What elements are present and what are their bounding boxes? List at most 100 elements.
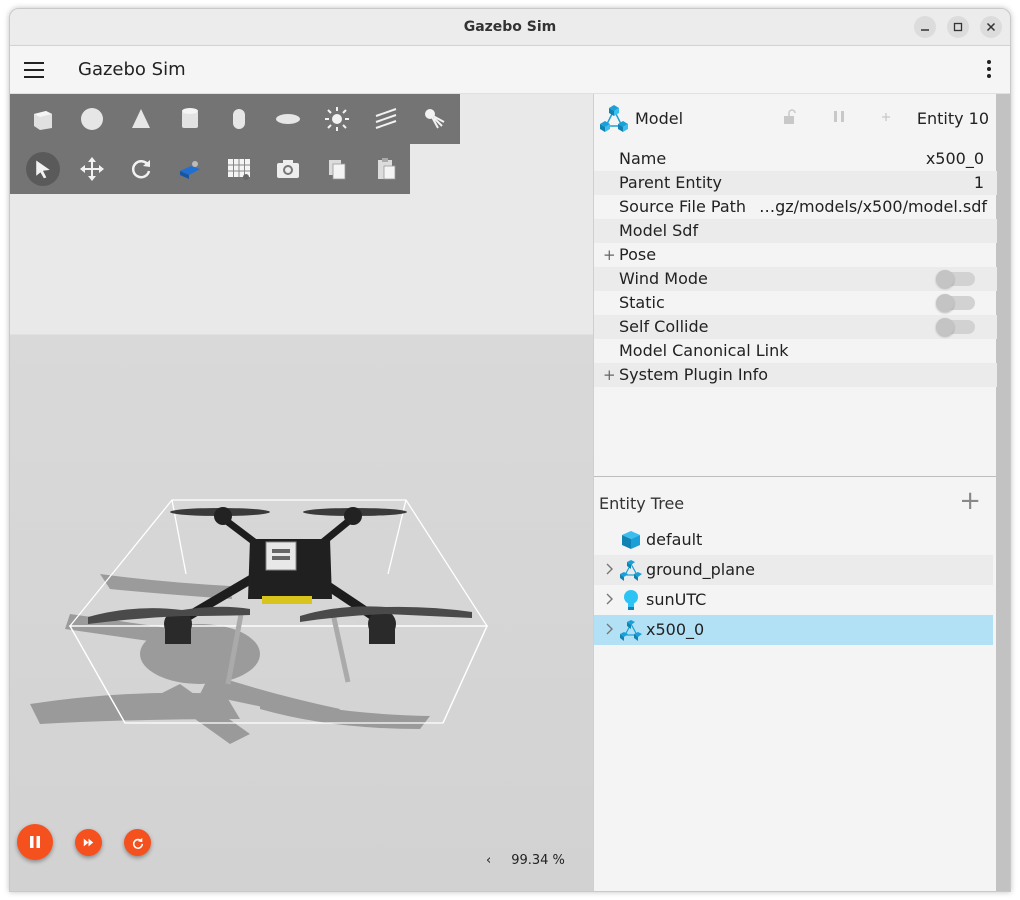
tree-item-label: default <box>646 530 703 549</box>
property-value: x500_0 <box>925 149 984 168</box>
pause-icon <box>30 836 40 848</box>
entity-id-label: Entity 10 <box>916 109 989 128</box>
rtf-collapse-arrow[interactable]: ‹ <box>486 853 491 868</box>
maximize-icon <box>953 22 963 32</box>
self-collide-toggle[interactable] <box>936 318 975 336</box>
tree-item-ground-plane[interactable]: ground_plane <box>594 555 993 585</box>
capsule-shape-tool[interactable] <box>214 99 263 139</box>
add-entity-icon[interactable]: + <box>959 488 981 514</box>
window-title: Gazebo Sim <box>463 19 557 35</box>
capsule-icon <box>232 109 245 129</box>
close-button[interactable] <box>980 16 1002 38</box>
property-row-parent-entity: Parent Entity 1 <box>594 171 997 195</box>
chevron-right-icon[interactable] <box>604 592 614 606</box>
wind-mode-toggle[interactable] <box>936 270 975 288</box>
chevron-right-icon[interactable] <box>604 622 614 636</box>
model-icon <box>600 105 628 132</box>
spot-light-icon <box>425 109 445 129</box>
screenshot-tool[interactable] <box>263 149 312 189</box>
property-row-model-canonical-link: Model Canonical Link <box>594 339 997 363</box>
directional-light-icon <box>375 108 397 129</box>
box-shape-tool[interactable] <box>18 99 67 139</box>
grid-config-tool[interactable] <box>214 149 263 189</box>
snap-tool[interactable] <box>165 149 214 189</box>
grid-icon <box>227 159 250 180</box>
fast-forward-icon <box>83 838 94 847</box>
scene-render <box>30 499 489 744</box>
tree-item-x500-0[interactable]: x500_0 <box>594 615 993 645</box>
real-time-factor: ‹ 99.34 % <box>486 853 565 868</box>
expand-plus-icon[interactable]: + <box>603 363 616 387</box>
world-cube-icon <box>622 531 640 549</box>
component-type-label: Model <box>635 109 684 128</box>
reset-icon <box>132 837 143 849</box>
cone-icon <box>131 109 150 128</box>
point-light-tool[interactable] <box>313 99 362 139</box>
property-row-wind-mode: Wind Mode <box>594 267 997 291</box>
app-window: Gazebo Sim Gazebo Sim ‹ 99.34 % Model En… <box>9 8 1011 892</box>
snap-magnet-icon <box>179 161 200 179</box>
rotate-tool[interactable] <box>116 149 165 189</box>
more-options-icon[interactable] <box>986 60 992 80</box>
scene-viewport[interactable]: ‹ 99.34 % <box>10 94 593 891</box>
property-row-source-file-path: Source File Path …gz/models/x500/model.s… <box>594 195 997 219</box>
property-row-self-collide: Self Collide <box>594 315 997 339</box>
pause-button[interactable] <box>17 824 53 860</box>
minimize-button[interactable] <box>914 16 936 38</box>
entity-tree-header: Entity Tree + <box>594 477 997 527</box>
property-key: Pose <box>619 245 657 264</box>
property-row-system-plugin-info[interactable]: + System Plugin Info <box>594 363 997 387</box>
spot-light-tool[interactable] <box>411 99 460 139</box>
cursor-arrow-icon <box>35 160 50 179</box>
property-key: Source File Path <box>619 197 747 216</box>
property-value: 1 <box>973 173 984 192</box>
add-component-icon[interactable] <box>878 109 894 125</box>
app-title: Gazebo Sim <box>78 59 186 80</box>
paste-tool[interactable] <box>361 149 410 189</box>
paste-icon <box>377 158 395 180</box>
move-arrows-icon <box>79 157 104 181</box>
directional-light-tool[interactable] <box>362 99 411 139</box>
expand-plus-icon[interactable]: + <box>603 243 616 267</box>
hamburger-menu-icon[interactable] <box>24 62 44 78</box>
cylinder-shape-tool[interactable] <box>165 99 214 139</box>
select-tool[interactable] <box>18 149 67 189</box>
translate-tool[interactable] <box>67 149 116 189</box>
cone-shape-tool[interactable] <box>116 99 165 139</box>
property-key: Model Sdf <box>619 221 699 240</box>
cylinder-icon <box>181 108 198 128</box>
shapes-toolbar <box>10 94 460 144</box>
panel-scrollbar[interactable] <box>996 94 1010 891</box>
rotate-icon <box>131 160 150 179</box>
property-row-static: Static <box>594 291 997 315</box>
pause-updates-icon[interactable] <box>831 109 847 125</box>
property-key: Name <box>619 149 667 168</box>
sphere-icon <box>80 108 103 130</box>
close-icon <box>986 22 996 32</box>
property-key: Parent Entity <box>619 173 723 192</box>
model-icon <box>620 620 642 641</box>
tree-item-default[interactable]: default <box>594 525 993 555</box>
step-button[interactable] <box>75 829 102 856</box>
minimize-icon <box>921 29 929 31</box>
property-row-model-sdf[interactable]: Model Sdf <box>594 219 997 243</box>
property-key: Wind Mode <box>619 269 708 288</box>
property-key: Static <box>619 293 665 312</box>
property-key: System Plugin Info <box>619 365 769 384</box>
static-toggle[interactable] <box>936 294 975 312</box>
tree-item-sunutc[interactable]: sunUTC <box>594 585 993 615</box>
app-header: Gazebo Sim <box>10 46 1010 94</box>
ellipsoid-icon <box>276 114 301 124</box>
light-bulb-icon <box>624 590 638 610</box>
chevron-right-icon[interactable] <box>604 562 614 576</box>
property-row-pose[interactable]: + Pose <box>594 243 997 267</box>
maximize-button[interactable] <box>947 16 969 38</box>
ellipsoid-shape-tool[interactable] <box>264 99 313 139</box>
box-icon <box>33 111 52 130</box>
sphere-shape-tool[interactable] <box>67 99 116 139</box>
copy-tool[interactable] <box>312 149 361 189</box>
transform-toolbar <box>10 144 410 194</box>
tree-item-label: ground_plane <box>646 560 755 579</box>
lock-open-icon[interactable] <box>782 109 798 125</box>
reset-button[interactable] <box>124 829 151 856</box>
